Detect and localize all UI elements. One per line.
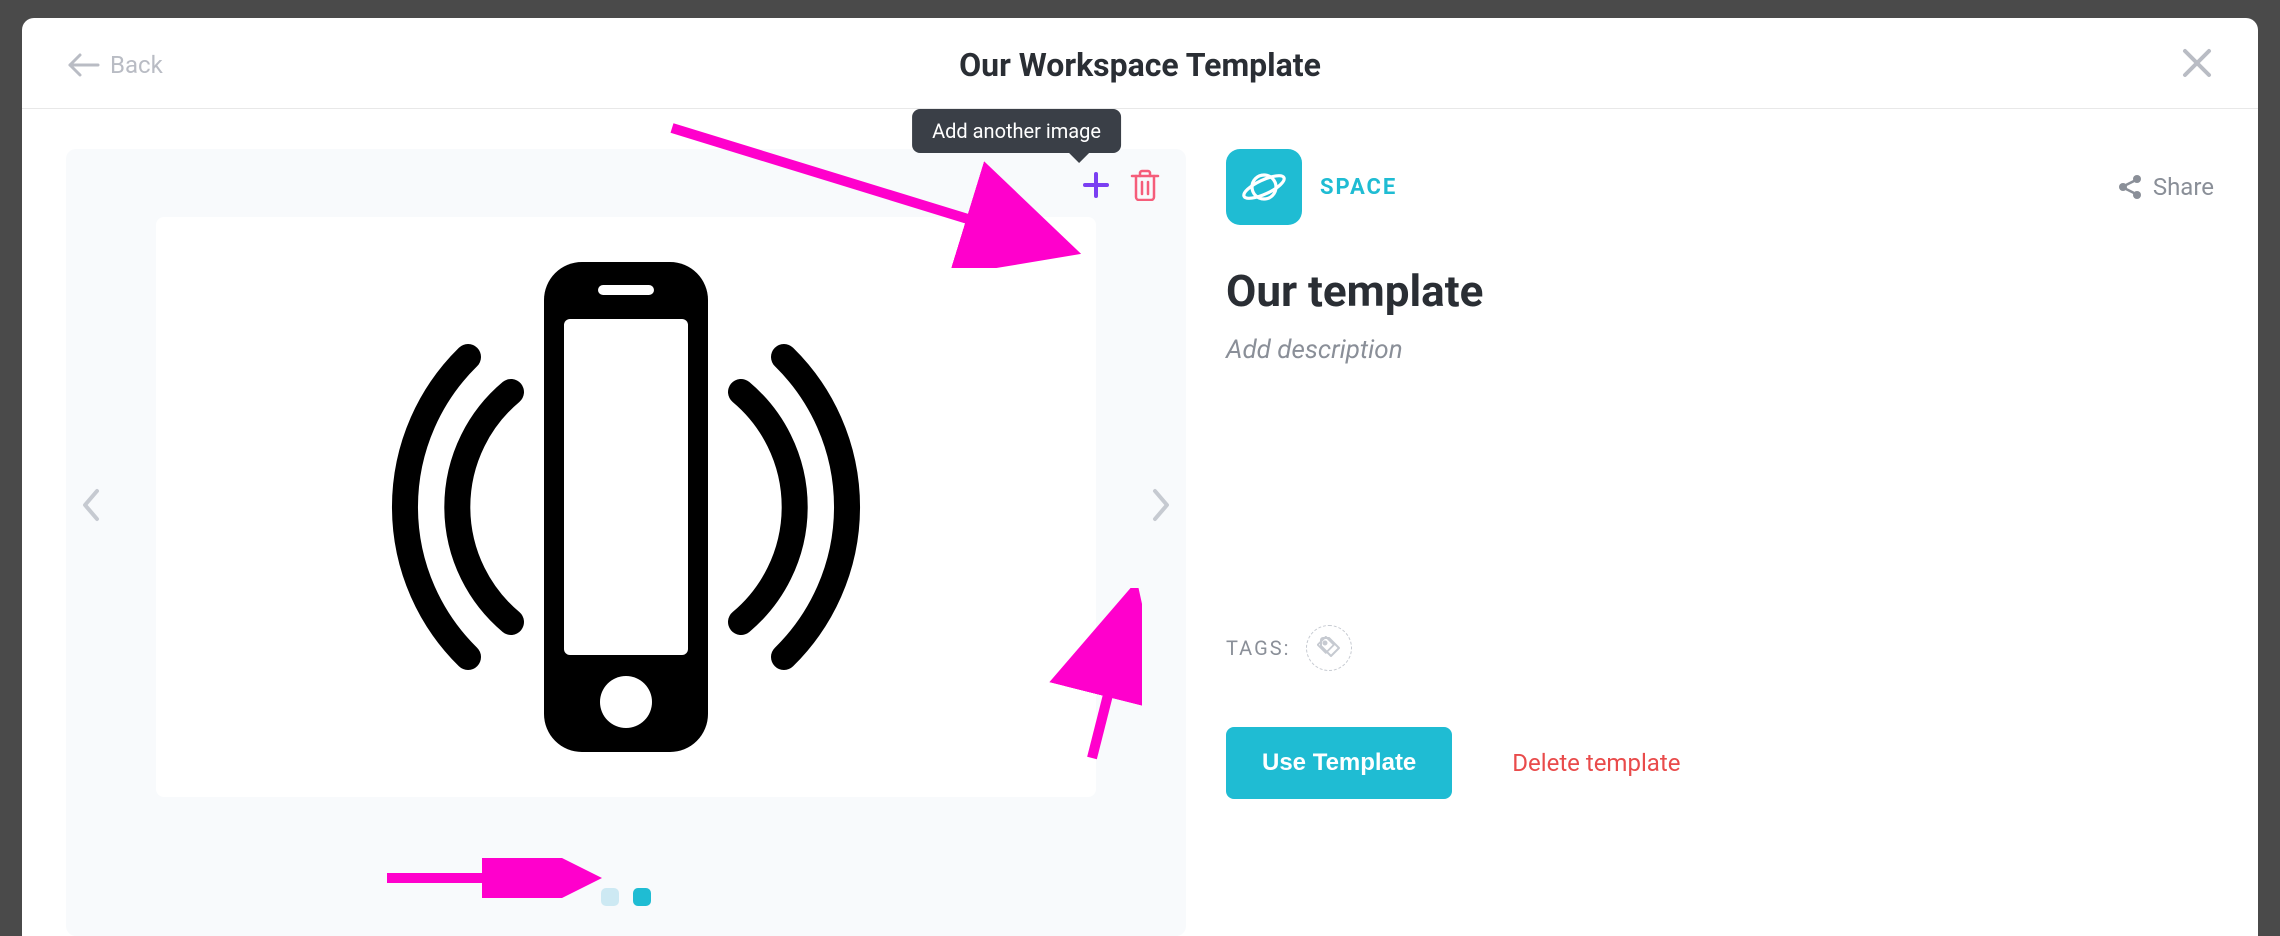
share-icon <box>2117 174 2143 200</box>
gallery-next-button[interactable] <box>1150 487 1172 527</box>
tag-icon <box>1317 636 1341 660</box>
modal-title: Our Workspace Template <box>959 46 1321 84</box>
add-image-button[interactable] <box>1082 171 1110 199</box>
plus-icon <box>1082 171 1110 199</box>
add-tag-button[interactable] <box>1306 625 1352 671</box>
arrow-left-icon <box>66 52 100 78</box>
chevron-right-icon <box>1150 487 1172 523</box>
template-description[interactable]: Add description <box>1226 335 2214 365</box>
close-icon <box>2180 46 2214 80</box>
details-top-row: SPACE Share <box>1226 149 2214 225</box>
phone-ringing-icon <box>326 227 926 787</box>
back-label: Back <box>110 51 163 79</box>
gallery-dot[interactable] <box>633 888 651 906</box>
gallery-prev-button[interactable] <box>80 487 102 527</box>
share-button[interactable]: Share <box>2117 173 2214 201</box>
gallery-image <box>156 217 1096 797</box>
image-gallery: Add another image <box>66 149 1186 936</box>
tags-row: TAGS: <box>1226 625 2214 671</box>
space-label: SPACE <box>1320 175 1397 200</box>
tags-label: TAGS: <box>1226 636 1290 660</box>
template-modal: Back Our Workspace Template Add another … <box>22 18 2258 936</box>
add-image-tooltip: Add another image <box>912 109 1121 153</box>
space-badge[interactable]: SPACE <box>1226 149 1397 225</box>
delete-image-button[interactable] <box>1130 169 1160 201</box>
template-title[interactable]: Our template <box>1226 265 2214 317</box>
space-icon-box <box>1226 149 1302 225</box>
use-template-button[interactable]: Use Template <box>1226 727 1452 799</box>
modal-body: Add another image <box>22 109 2258 936</box>
planet-icon <box>1242 165 1286 209</box>
gallery-dots <box>601 888 651 906</box>
share-label: Share <box>2153 173 2214 201</box>
gallery-main <box>66 149 1186 864</box>
chevron-left-icon <box>80 487 102 523</box>
trash-icon <box>1130 169 1160 201</box>
gallery-toolbar: Add another image <box>1082 169 1160 201</box>
modal-header: Back Our Workspace Template <box>22 18 2258 109</box>
back-button[interactable]: Back <box>66 51 163 79</box>
gallery-dot[interactable] <box>601 888 619 906</box>
close-button[interactable] <box>2180 46 2214 84</box>
action-row: Use Template Delete template <box>1226 727 2214 799</box>
details-panel: SPACE Share Our template Add description <box>1226 149 2214 936</box>
delete-template-link[interactable]: Delete template <box>1512 749 1680 777</box>
